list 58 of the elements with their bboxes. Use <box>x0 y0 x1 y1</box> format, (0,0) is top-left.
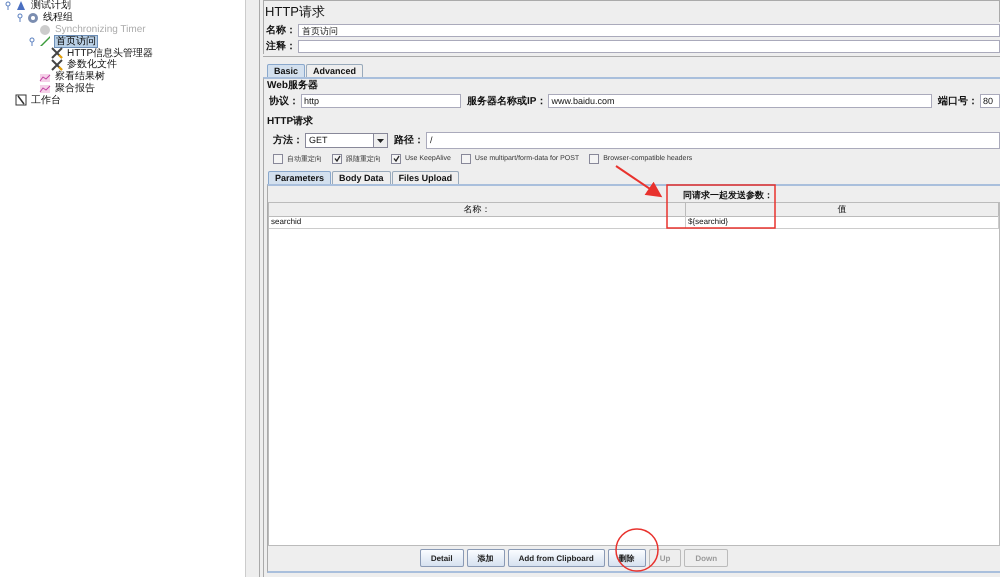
checkbox[interactable] <box>332 154 342 164</box>
tab[interactable]: Files Upload <box>392 171 460 184</box>
method-dropdown[interactable]: GET <box>305 132 388 148</box>
chart-icon <box>39 82 51 94</box>
table-cell: ${searchid} <box>686 216 999 229</box>
annotation-arrow <box>615 165 662 198</box>
field-label: 端口号： <box>938 94 978 108</box>
highlight-circle <box>615 528 659 572</box>
table-caption: 同请求一起发送参数： <box>682 189 774 202</box>
checkbox[interactable] <box>460 154 471 164</box>
tools-icon <box>51 47 63 60</box>
tree-item[interactable]: 参数化文件 <box>66 59 118 70</box>
field-label: 方法： <box>273 133 303 147</box>
text-field[interactable]: http <box>301 94 461 108</box>
action-button[interactable]: Detail <box>420 549 464 567</box>
field-label: 注释： <box>266 39 296 53</box>
table-cell: searchid <box>269 216 686 229</box>
group-title: HTTP请求 <box>267 116 314 128</box>
tab[interactable]: Basic <box>267 64 306 77</box>
tree-item[interactable]: 察看结果树 <box>54 71 106 82</box>
checkbox[interactable] <box>391 154 401 164</box>
panel-title: HTTP请求 <box>263 0 1000 22</box>
field-label: 协议： <box>269 94 299 108</box>
tab[interactable]: Advanced <box>306 64 364 77</box>
tree-item[interactable]: 聚合报告 <box>54 82 96 94</box>
expand-handle-icon[interactable] <box>16 13 24 22</box>
tree-item[interactable]: 首页访问 <box>54 34 98 48</box>
check-icon <box>334 155 340 162</box>
tree-item[interactable]: HTTP信息头管理器 <box>66 48 154 59</box>
text-field[interactable]: 80 <box>980 94 1000 108</box>
gear-icon <box>27 12 39 24</box>
circle-icon <box>39 24 51 36</box>
tools-icon <box>51 58 63 71</box>
action-button[interactable]: 添加 <box>466 549 505 567</box>
expand-handle-icon[interactable] <box>28 36 36 46</box>
tree-item[interactable]: 工作台 <box>30 94 62 106</box>
tree-item[interactable]: 线程组 <box>42 12 74 24</box>
text-field[interactable]: www.baidu.com <box>548 94 932 108</box>
tab[interactable]: Parameters <box>268 171 332 184</box>
tree-item[interactable]: 测试计划 <box>30 0 72 12</box>
action-button[interactable]: Add from Clipboard <box>508 549 605 567</box>
workbench-icon <box>15 94 27 106</box>
check-icon <box>392 155 400 162</box>
action-button[interactable]: 删除 <box>608 549 646 567</box>
pen-icon <box>39 35 51 48</box>
column-header[interactable]: 名称： <box>269 203 686 217</box>
field-label: 名称： <box>266 24 296 37</box>
expand-handle-icon[interactable] <box>4 1 12 10</box>
path-field[interactable]: / <box>426 132 1000 148</box>
field-label: 服务器名称或IP： <box>467 94 546 108</box>
checkbox[interactable] <box>273 154 283 164</box>
comment-field[interactable] <box>298 40 1000 52</box>
checkbox[interactable] <box>589 154 600 164</box>
group-title: Web服务器 <box>267 80 319 92</box>
tab[interactable]: Body Data <box>332 171 391 184</box>
name-field[interactable]: 首页访问 <box>298 24 1000 36</box>
field-label: 路径： <box>394 134 424 147</box>
column-header[interactable]: 值 <box>686 203 999 217</box>
